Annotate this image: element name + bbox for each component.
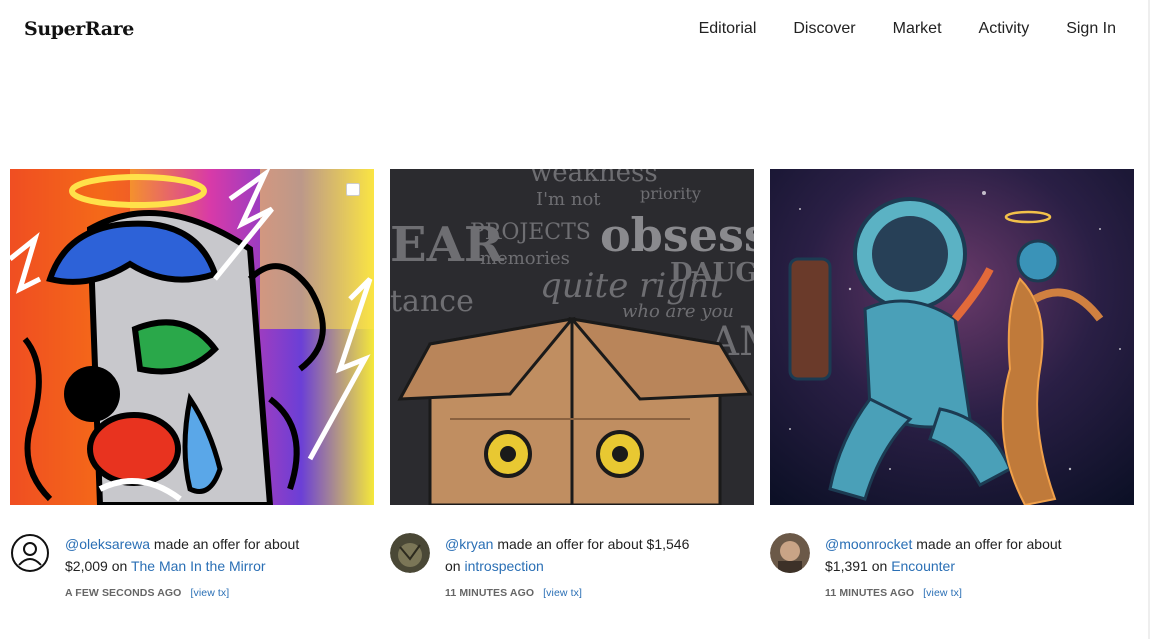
art-word: priority	[640, 184, 701, 203]
art-word: EAR	[390, 217, 505, 273]
action-text: made an offer for about	[916, 536, 1062, 552]
on-text: on	[871, 558, 888, 574]
main-nav: Editorial Discover Market Activity Sign …	[662, 20, 1116, 38]
activity-sub: 11 MINUTES AGO [view tx]	[825, 582, 1130, 604]
view-tx-link[interactable]: [view tx]	[543, 587, 582, 599]
activity-text: @moonrocket made an offer for about $1,3…	[825, 533, 1130, 604]
user-link[interactable]: @moonrocket	[825, 536, 912, 552]
nav-discover[interactable]: Discover	[793, 20, 855, 38]
artwork-title-link[interactable]: The Man In the Mirror	[131, 558, 266, 574]
view-tx-link[interactable]: [view tx]	[923, 587, 962, 599]
on-text: on	[445, 558, 461, 574]
timestamp: 11 MINUTES AGO	[825, 587, 915, 599]
timestamp: A FEW SECONDS AGO	[65, 587, 182, 599]
nav-activity[interactable]: Activity	[979, 20, 1030, 38]
site-header: SuperRare Editorial Discover Market Acti…	[0, 0, 1148, 62]
superrare-logo[interactable]: SuperRare	[24, 18, 134, 40]
offer-price: $1,546	[646, 536, 690, 552]
activity-card: @moonrocket made an offer for about $1,3…	[770, 169, 1134, 599]
activity-card: @oleksarewa made an offer for about $2,0…	[10, 169, 374, 599]
nav-editorial[interactable]: Editorial	[699, 20, 757, 38]
timestamp: 11 MINUTES AGO	[445, 587, 535, 599]
action-text: made an offer for about	[497, 536, 643, 552]
action-text: made an offer for about	[153, 536, 300, 552]
photo-avatar[interactable]	[390, 533, 430, 573]
nav-sign-in[interactable]: Sign In	[1066, 20, 1116, 38]
page-right-border	[1148, 0, 1150, 639]
artwork-image[interactable]	[10, 169, 374, 505]
artwork-title-link[interactable]: Encounter	[891, 558, 955, 574]
activity-text: @kryan made an offer for about $1,546 on…	[445, 533, 750, 604]
nav-market[interactable]: Market	[893, 20, 942, 38]
activity-card: weakness I'm not priority PROJECTS obses…	[390, 169, 754, 599]
offer-price: $1,391	[825, 558, 868, 574]
activity-text: @oleksarewa made an offer for about $2,0…	[65, 533, 370, 604]
user-link[interactable]: @oleksarewa	[65, 536, 150, 552]
artwork-image[interactable]	[770, 169, 1134, 505]
user-link[interactable]: @kryan	[445, 536, 493, 552]
art-word: tance	[390, 284, 474, 319]
video-icon	[346, 183, 360, 196]
art-word: obsessi	[600, 208, 754, 262]
view-tx-link[interactable]: [view tx]	[190, 587, 229, 599]
art-word: I'm not	[536, 189, 601, 210]
activity-sub: 11 MINUTES AGO [view tx]	[445, 582, 750, 604]
offer-price: $2,009	[65, 558, 108, 574]
user-outline-icon[interactable]	[10, 533, 50, 573]
artwork-image[interactable]: weakness I'm not priority PROJECTS obses…	[390, 169, 754, 505]
art-word: quite right	[540, 266, 724, 306]
photo-avatar[interactable]	[770, 533, 810, 573]
artwork-title-link[interactable]: introspection	[464, 558, 543, 574]
art-word: weakness	[530, 169, 658, 188]
on-text: on	[111, 558, 128, 574]
activity-sub: A FEW SECONDS AGO [view tx]	[65, 582, 370, 604]
